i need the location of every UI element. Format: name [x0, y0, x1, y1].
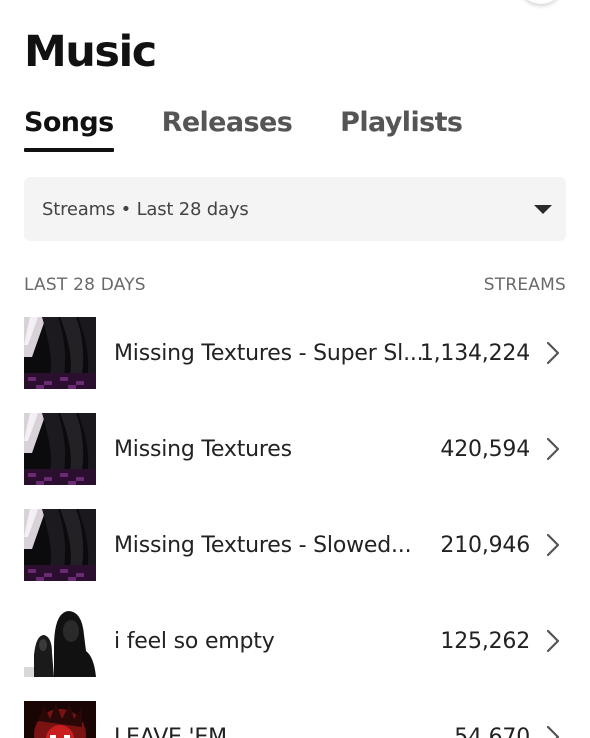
streams-period-dropdown[interactable]: Streams • Last 28 days — [24, 177, 566, 241]
song-row[interactable]: Missing Textures 420,594 — [24, 413, 566, 485]
curtain-art — [24, 413, 96, 485]
caret-down-icon — [534, 204, 552, 214]
song-streams: 210,946 — [440, 532, 530, 558]
chevron-right-icon — [546, 725, 560, 738]
tab-playlists[interactable]: Playlists — [340, 104, 463, 154]
song-title: i feel so empty — [114, 628, 275, 654]
song-streams: 125,262 — [440, 628, 530, 654]
song-row[interactable]: LEAVE 'EM 54,670 — [24, 701, 566, 738]
song-title: Missing Textures - Super Sl... — [114, 340, 424, 366]
chevron-right-icon — [546, 341, 560, 365]
song-streams: 54,670 — [454, 724, 530, 738]
hooded-figures-art — [24, 605, 96, 677]
song-streams: 1,134,224 — [419, 340, 530, 366]
chevron-right-icon — [546, 533, 560, 557]
song-title: LEAVE 'EM — [114, 724, 227, 738]
curtain-art — [24, 317, 96, 389]
tab-bar: Songs Releases Playlists — [24, 104, 510, 154]
song-title: Missing Textures - Slowed... — [114, 532, 412, 558]
chevron-right-icon — [546, 629, 560, 653]
music-page: Music Songs Releases Playlists Streams •… — [0, 0, 590, 738]
period-column-header: LAST 28 DAYS — [24, 275, 146, 295]
curtain-art — [24, 509, 96, 581]
top-button-edge[interactable] — [520, 0, 562, 4]
tab-songs[interactable]: Songs — [24, 104, 114, 154]
song-title: Missing Textures — [114, 436, 292, 462]
dropdown-label: Streams • Last 28 days — [42, 198, 249, 220]
song-row[interactable]: Missing Textures - Slowed... 210,946 — [24, 509, 566, 581]
chevron-right-icon — [546, 437, 560, 461]
song-row[interactable]: Missing Textures - Super Sl... 1,134,224 — [24, 317, 566, 389]
tab-releases[interactable]: Releases — [162, 104, 293, 154]
page-title: Music — [24, 27, 157, 77]
red-character-art — [24, 701, 96, 738]
song-streams: 420,594 — [440, 436, 530, 462]
song-row[interactable]: i feel so empty 125,262 — [24, 605, 566, 677]
streams-column-header: STREAMS — [483, 275, 566, 295]
